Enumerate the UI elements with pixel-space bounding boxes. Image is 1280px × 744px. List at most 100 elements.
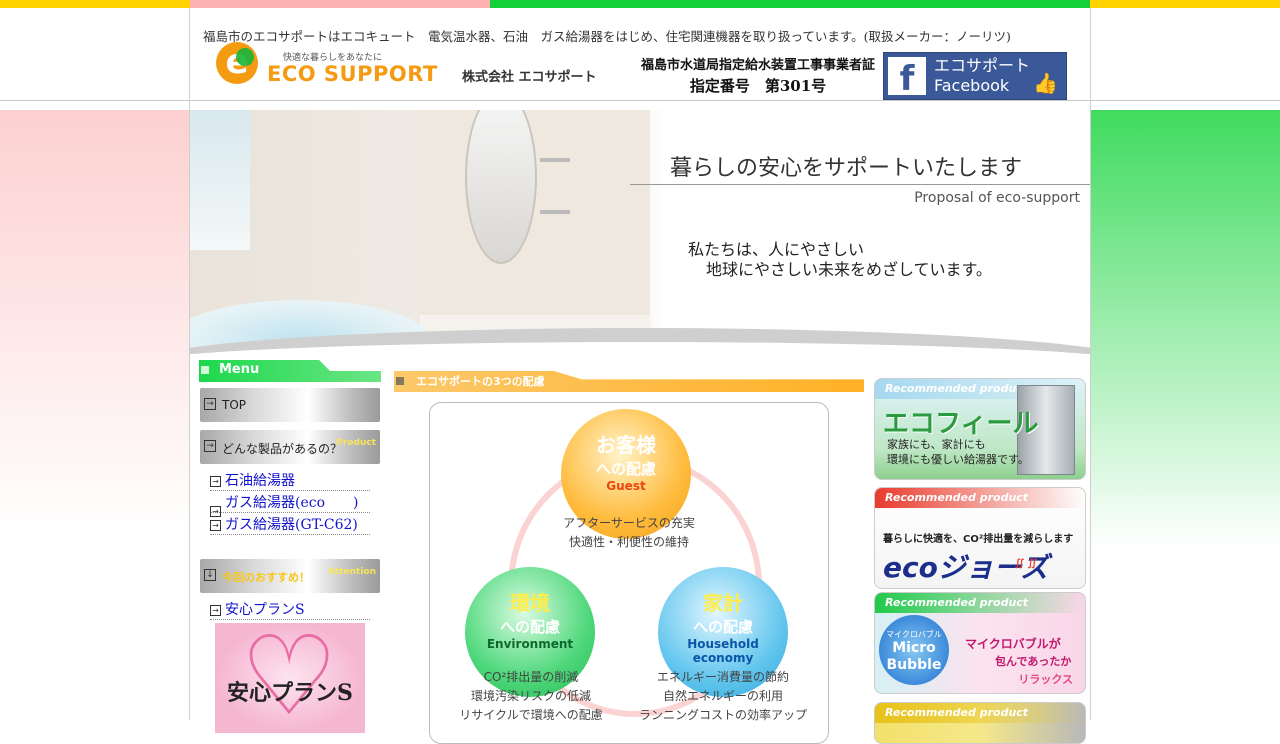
hero-message-line-1: 私たちは、人にやさしい (688, 240, 865, 259)
menu-square-icon (201, 366, 209, 374)
household-caption-1: エネルギー消費量の節約 (656, 670, 789, 684)
left-background (0, 110, 190, 720)
environment-title: 環境 (510, 591, 550, 615)
hero-divider (630, 184, 1090, 185)
facebook-line-1: エコサポート (934, 56, 1031, 75)
nav-top-button[interactable]: → TOP (200, 388, 380, 422)
guest-en: Guest (606, 479, 646, 493)
guest-subtitle: への配慮 (595, 460, 656, 478)
arrow-down-icon: ↓ (204, 569, 216, 581)
top-stripe-pink (190, 0, 490, 8)
ecofeel-line-1: 家族にも、家計にも (887, 438, 986, 451)
three-considerations-diagram: お客様 への配慮 Guest アフターサービスの充実 快適性・利便性の維持 環境… (429, 402, 829, 744)
water-certificate: 福島市水道局指定給水装置工事事業者証 指定番号 第301号 (640, 54, 876, 96)
safety-plan-text: 安心プランS (227, 680, 353, 706)
microbubble-badge: マイクロバブル Micro Bubble (879, 615, 949, 685)
right-background (1090, 110, 1280, 720)
nav-products-button[interactable]: → どんな製品があるの？ Product (200, 430, 380, 464)
product-link-gas-eco[interactable]: → ガス給湯器(eco ) (210, 495, 370, 517)
microbubble-text-3: リラックス (1018, 673, 1073, 686)
recommended-label: Recommended product (875, 593, 1085, 613)
hero-message: 私たちは、人にやさしい 地球にやさしい未来をめざしています。 (688, 240, 992, 280)
microbubble-badge-jp: マイクロバブル (886, 630, 942, 639)
top-stripe-yellow-right (1090, 0, 1280, 8)
hero-message-line-2: 地球にやさしい未来をめざしています。 (706, 260, 992, 279)
environment-en: Environment (486, 637, 574, 651)
microbubble-badge-line-1: Micro (892, 640, 936, 656)
environment-caption-1: CO²排出量の削減 (483, 670, 579, 684)
guest-caption-1: アフターサービスの充実 (563, 516, 695, 530)
product-link-oil[interactable]: → 石油給湯器 (210, 473, 370, 491)
top-stripe-yellow (0, 0, 190, 8)
cert-line-1: 福島市水道局指定給水装置工事事業者証 (640, 58, 875, 73)
guest-caption-2: 快適性・利便性の維持 (568, 535, 689, 549)
logo-name: ECO SUPPORT (267, 62, 438, 86)
arrow-right-icon: → (210, 506, 221, 517)
fourth-product-banner[interactable]: Recommended product (874, 702, 1086, 744)
arrow-right-icon: → (204, 440, 216, 452)
thumbs-up-icon: 👍 (1033, 71, 1058, 95)
ecofeel-description: 家族にも、家計にも 環境にも優しい給湯器です。 (887, 437, 1029, 467)
menu-heading-label: Menu (219, 362, 260, 377)
header-divider (0, 100, 1280, 101)
site-logo[interactable]: e 快適な暮らしをあなたに ECO SUPPORT 株式会社 エコサポート (216, 42, 597, 88)
facebook-text: エコサポート Facebook (934, 56, 1030, 96)
nav-products-label: どんな製品があるの？ (222, 442, 343, 456)
household-title: 家計 (703, 591, 743, 615)
household-captions: エネルギー消費量の節約 自然エネルギーの利用 ランニングコストの効率アップ (623, 668, 823, 725)
nav-top-label: TOP (222, 398, 247, 412)
recommended-label: Recommended product (875, 703, 1085, 723)
cert-line-2: 指定番号 第301号 (689, 77, 827, 95)
environment-caption-3: リサイクルで環境への配慮 (459, 708, 603, 722)
environment-captions: CO²排出量の削減 環境汚染リスクの低減 リサイクルで環境への配慮 (431, 668, 631, 725)
facebook-line-2: Facebook (934, 76, 1010, 95)
heat-waves-icon: ∬ ∬ (1015, 558, 1038, 569)
hero-title: 暮らしの安心をサポートいたします (670, 156, 1023, 181)
household-caption-3: ランニングコストの効率アップ (638, 708, 807, 722)
household-subtitle: への配慮 (692, 618, 753, 636)
nav-recommend-button[interactable]: ↓ 今回のおすすめ！ Attention (200, 559, 380, 593)
microbubble-text-1: マイクロバブルが (965, 637, 1061, 651)
bathroom-window-image (190, 110, 250, 250)
environment-subtitle: への配慮 (499, 618, 560, 636)
ecofeel-title: エコフィール (883, 409, 1039, 439)
ecofeel-line-2: 環境にも優しい給湯器です。 (887, 453, 1029, 466)
product-link-gas-eco-label: ガス給湯器(eco ) (225, 495, 359, 511)
logo-e-icon: e (216, 42, 258, 84)
ecofeel-banner[interactable]: Recommended product エコフィール 家族にも、家計にも 環境に… (874, 378, 1086, 480)
product-link-list: → 石油給湯器 → ガス給湯器(eco ) → ガス給湯器(GT-C62) (210, 473, 370, 535)
section-heading-label: エコサポートの3つの配慮 (416, 375, 545, 388)
microbubble-text-2: 包んであったか (995, 655, 1072, 668)
ecojozu-line: 暮らしに快適を、CO²排出量を減らします (883, 534, 1074, 545)
top-stripe-green (490, 0, 1090, 8)
safety-plan-banner[interactable]: ♡ 安心プランS (215, 621, 365, 733)
microbubble-badge-line-2: Bubble (886, 657, 942, 673)
nav-products-tag: Product (336, 438, 376, 448)
hero-banner: 暮らしの安心をサポートいたします Proposal of eco-support… (190, 110, 1090, 360)
product-link-gas-gtc62[interactable]: → ガス給湯器(GT-C62) (210, 517, 370, 535)
facebook-banner-link[interactable]: f エコサポート Facebook 👍 (883, 52, 1067, 100)
household-caption-2: 自然エネルギーの利用 (662, 689, 783, 703)
arrow-right-icon: → (210, 520, 221, 531)
guest-title: お客様 (596, 433, 656, 457)
arrow-right-icon: → (210, 605, 221, 616)
microbubble-banner[interactable]: Recommended product マイクロバブル Micro Bubble… (874, 592, 1086, 694)
facebook-icon: f (888, 57, 926, 99)
household-en: Household economy (687, 637, 759, 665)
company-name: 株式会社 エコサポート (462, 70, 597, 85)
recommended-label: Recommended product (875, 488, 1085, 508)
product-link-gas-gtc62-label: ガス給湯器(GT-C62) (225, 517, 358, 533)
nav-recommend-tag: Attention (327, 567, 376, 577)
section-square-icon (396, 377, 404, 385)
product-link-oil-label: 石油給湯器 (225, 473, 295, 489)
arrow-right-icon: → (204, 398, 216, 410)
nav-recommend-label: 今回のおすすめ！ (222, 571, 310, 584)
bathroom-wall-image (420, 110, 650, 320)
guest-captions: アフターサービスの充実 快適性・利便性の維持 (529, 514, 729, 552)
bathroom-shelf-image (540, 158, 570, 162)
bathroom-shelf-image-2 (540, 210, 570, 214)
environment-caption-2: 環境汚染リスクの低減 (470, 689, 591, 703)
ecojozu-banner[interactable]: Recommended product 暮らしに快適を、CO²排出量を減らします… (874, 487, 1086, 589)
arrow-right-icon: → (210, 476, 221, 487)
hero-subtitle: Proposal of eco-support (914, 190, 1080, 206)
